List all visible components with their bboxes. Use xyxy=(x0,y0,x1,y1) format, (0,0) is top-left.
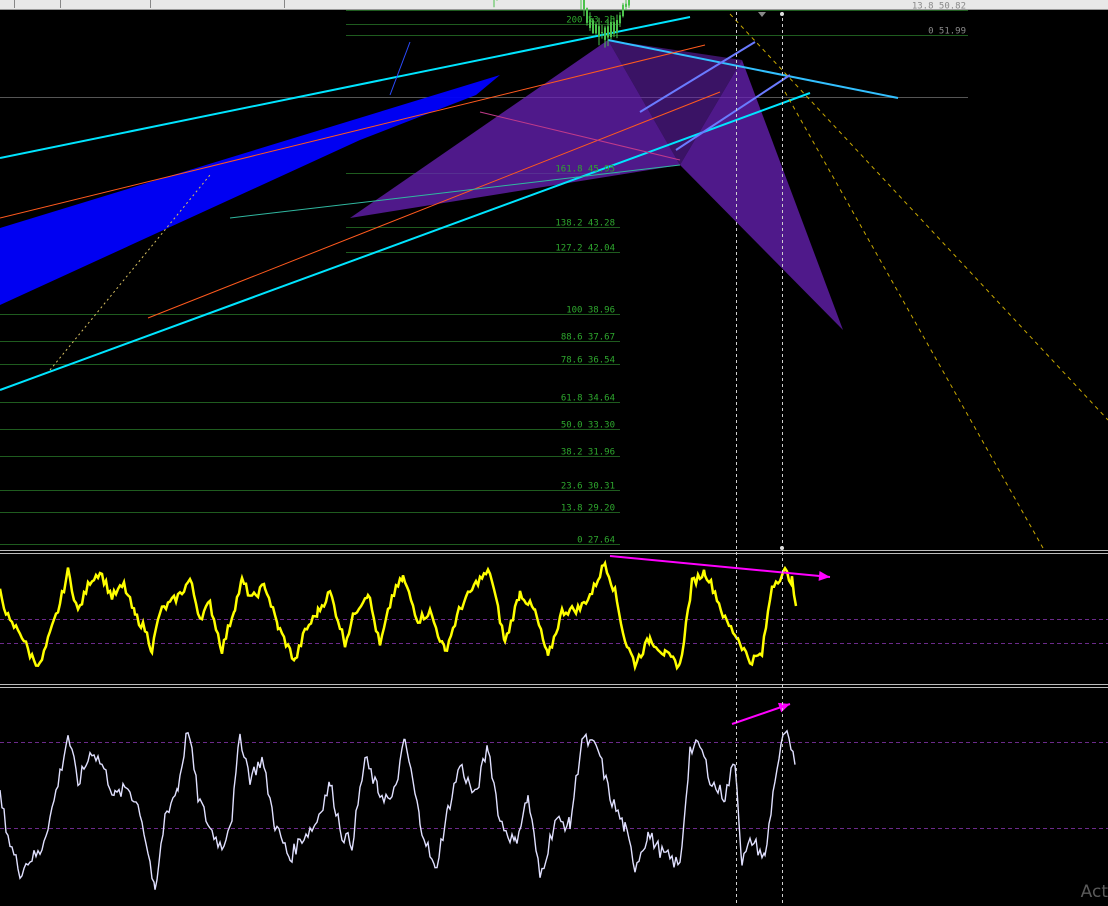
divergence-arrow-1 xyxy=(609,555,831,578)
candle-body xyxy=(619,15,621,24)
marker-dot xyxy=(780,546,784,550)
fib-left-label: 127.2 42.04 xyxy=(555,244,615,254)
panel-separator xyxy=(0,553,1108,554)
blue-ray xyxy=(389,41,411,96)
fib-left-label: 200 53.28 xyxy=(566,16,615,26)
oscillator-2-line xyxy=(0,729,796,890)
projection-line-lower xyxy=(784,91,1044,549)
activation-watermark: Act xyxy=(1080,882,1108,902)
candle-body xyxy=(622,4,624,17)
marker-dot xyxy=(780,12,784,16)
candle-body xyxy=(628,0,630,6)
pattern-fills xyxy=(0,40,843,330)
panel-separator xyxy=(0,550,1108,551)
candle-body xyxy=(625,3,627,7)
candle-body xyxy=(601,32,603,34)
price-chart[interactable]: 200 53.28 161.8 45.95 138.2 43.28 127.2 42.… xyxy=(0,0,1108,906)
fib-left-label: 88.6 37.67 xyxy=(561,333,615,343)
fib-left-label: 50.0 33.30 xyxy=(561,421,615,431)
fib-left-label: 13.8 29.20 xyxy=(561,504,615,514)
orange-channel-lower xyxy=(147,91,721,319)
oscillator-2-panel xyxy=(0,702,1108,890)
time-marker-triangle xyxy=(758,12,766,17)
fib-left-label: 100 38.96 xyxy=(566,306,615,316)
panel-separator xyxy=(0,684,1108,685)
candle-body xyxy=(604,27,606,40)
oscillator-1-line xyxy=(0,559,798,672)
fib-right-label: 13.8 50.82 xyxy=(912,2,966,12)
fib-left-label: 78.6 36.54 xyxy=(561,356,615,366)
candle-body xyxy=(595,24,597,34)
price-series xyxy=(493,0,630,48)
divergence-arrow-2-head xyxy=(777,702,790,713)
candle-body xyxy=(616,20,618,33)
fib-left-label: 161.8 45.95 xyxy=(555,165,615,175)
fib-left-label: 38.2 31.96 xyxy=(561,448,615,458)
fib-left-label: 0 27.64 xyxy=(577,536,615,546)
candle-body xyxy=(598,26,600,37)
panel-separator xyxy=(0,687,1108,688)
fib-left-label: 61.8 34.64 xyxy=(561,394,615,404)
candle-body xyxy=(607,26,609,38)
fib-left-label: 138.2 43.28 xyxy=(555,219,615,229)
candle-body xyxy=(583,0,585,10)
fib-left-label: 23.6 30.31 xyxy=(561,482,615,492)
oscillator-1-panel xyxy=(0,555,1108,672)
fib-right-label: 0 51.99 xyxy=(928,27,966,37)
